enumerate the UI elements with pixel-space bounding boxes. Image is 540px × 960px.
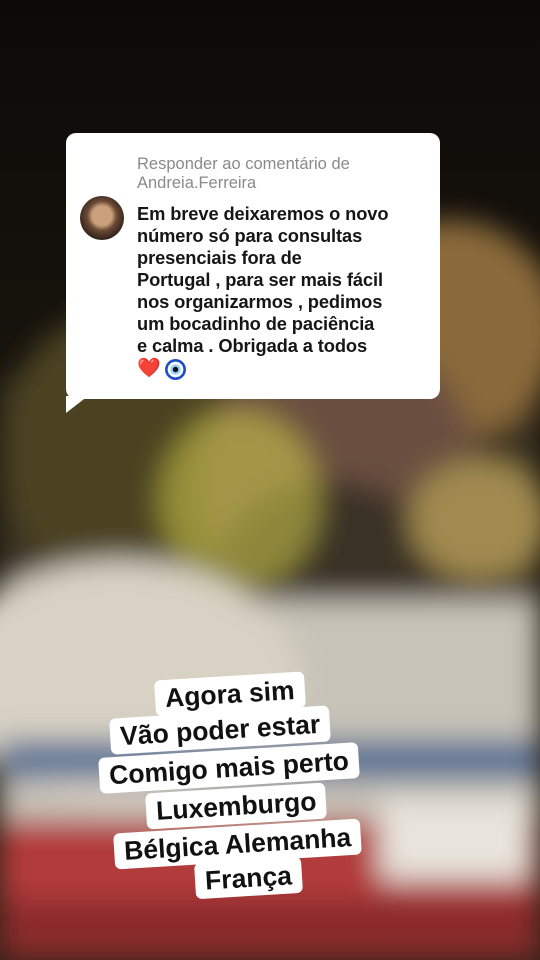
caption-line: França xyxy=(194,856,303,900)
video-caption: Agora sim Vão poder estar Comigo mais pe… xyxy=(0,0,540,960)
